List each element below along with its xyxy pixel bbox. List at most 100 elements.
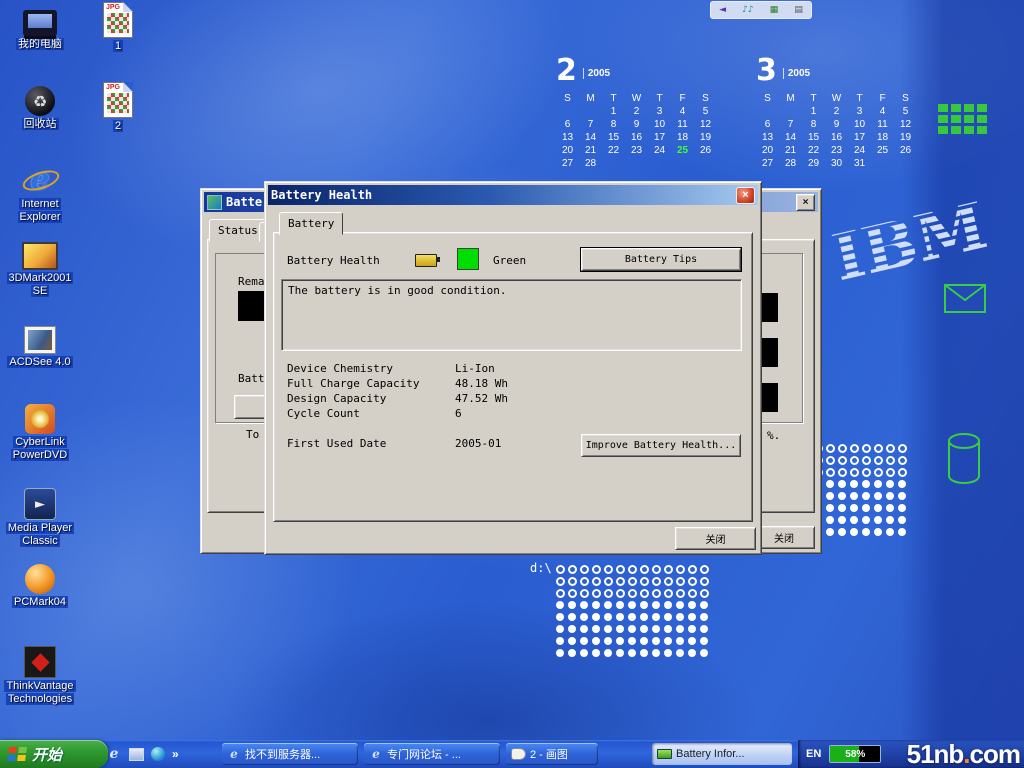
calendar-day: 6 xyxy=(556,118,579,131)
calendar-day xyxy=(779,105,802,118)
jpg-file-icon: JPG xyxy=(103,82,133,118)
dot xyxy=(826,468,835,477)
calendar-day xyxy=(694,157,717,170)
desktop-icon-label: CyberLink PowerDVD xyxy=(0,436,80,462)
dot xyxy=(688,637,696,645)
jpg-badge: JPG xyxy=(106,4,120,11)
desktop-icon-thinkvantage[interactable]: ThinkVantage Technologies xyxy=(0,646,80,706)
wallpaper-calendar-march: 32005SMTWTFS1234567891011121314151617181… xyxy=(756,56,928,170)
dot xyxy=(640,565,649,574)
desktop-file[interactable]: JPG 1 xyxy=(94,2,142,53)
improve-battery-health-button[interactable]: Improve Battery Health... xyxy=(581,434,741,457)
dot xyxy=(700,601,708,609)
desktop-icon-mpc[interactable]: Media Player Classic xyxy=(0,488,80,548)
dot xyxy=(580,649,588,657)
calendar-day: 24 xyxy=(648,144,671,157)
dot xyxy=(886,492,894,500)
calendar-day-header: M xyxy=(579,92,602,105)
dot xyxy=(688,577,697,586)
dot xyxy=(664,637,672,645)
desktop-icon-my-computer[interactable]: 我的电脑 xyxy=(0,6,80,51)
battery-health-titlebar[interactable]: Battery Health × xyxy=(268,185,758,205)
document-icon: ▤ xyxy=(794,5,803,15)
calendar-day xyxy=(602,157,625,170)
dot xyxy=(592,577,601,586)
calendar-day: 25 xyxy=(871,144,894,157)
desktop-icon-pcmark[interactable]: PCMark04 xyxy=(0,564,80,609)
battery-tips-button[interactable]: Battery Tips xyxy=(581,248,741,271)
tab-battery[interactable]: Battery xyxy=(279,212,343,235)
jpg-badge: JPG xyxy=(106,84,120,91)
dot xyxy=(628,613,636,621)
start-button[interactable]: 开始 xyxy=(0,740,108,768)
close-button[interactable]: 关闭 xyxy=(753,526,815,549)
dot xyxy=(862,444,871,453)
calendar-day: 28 xyxy=(579,157,602,170)
battery-health-window[interactable]: Battery Health × Battery Battery Health … xyxy=(264,181,762,555)
desktop-icon-3dmark[interactable]: 3DMark2001 SE xyxy=(0,242,80,298)
dot xyxy=(676,601,684,609)
taskbar-task-battery[interactable]: Battery Infor... xyxy=(652,743,792,765)
internet-explorer-icon xyxy=(23,162,57,196)
taskbar-task-paint[interactable]: 2 - 画图 xyxy=(506,743,598,765)
desktop-icon-powerdvd[interactable]: CyberLink PowerDVD xyxy=(0,404,80,462)
dot xyxy=(556,649,564,657)
quick-launch-overflow[interactable]: » xyxy=(172,747,179,761)
pcmark-icon xyxy=(25,564,55,594)
dot xyxy=(850,456,859,465)
info-label: Device Chemistry xyxy=(287,362,393,375)
dot xyxy=(850,528,858,536)
dot xyxy=(874,480,882,488)
dot xyxy=(652,589,661,598)
desktop-icon-recycle-bin[interactable]: 回收站 xyxy=(0,86,80,131)
taskbar-task-ie[interactable]: 找不到服务器... xyxy=(222,743,358,765)
dot xyxy=(628,565,637,574)
desktop-icon-internet-explorer[interactable]: Internet Explorer xyxy=(0,162,80,224)
window-title: Battery Health xyxy=(271,188,372,202)
desktop-icon-label-text: 我的电脑 xyxy=(16,38,64,50)
media-player-icon[interactable] xyxy=(151,747,165,761)
calendar-day: 12 xyxy=(894,118,917,131)
desktop-file-label: 2 xyxy=(94,120,142,133)
close-icon[interactable]: × xyxy=(796,194,815,211)
calendar-day-header: S xyxy=(756,92,779,105)
language-indicator[interactable]: EN xyxy=(806,748,821,760)
desktop-file[interactable]: JPG 2 xyxy=(94,82,142,133)
battery-icon xyxy=(657,749,672,759)
desktop-file-label: 1 xyxy=(94,40,142,53)
close-icon[interactable]: × xyxy=(736,187,755,204)
dot xyxy=(604,637,612,645)
first-used-label: First Used Date xyxy=(287,437,386,450)
dot xyxy=(652,565,661,574)
dot xyxy=(568,613,576,621)
calendar-day: 10 xyxy=(648,118,671,131)
dot xyxy=(652,601,660,609)
calendar-day-header: F xyxy=(671,92,694,105)
dot xyxy=(688,649,696,657)
calendar-day: 21 xyxy=(579,144,602,157)
dot xyxy=(604,613,612,621)
info-label: Design Capacity xyxy=(287,392,386,405)
show-desktop-icon[interactable] xyxy=(129,748,144,761)
taskbar-task-ie[interactable]: 专门网论坛 - ... xyxy=(364,743,500,765)
first-used-value: 2005-01 xyxy=(455,437,501,450)
dot xyxy=(604,577,613,586)
calendar-day: 7 xyxy=(779,118,802,131)
tray-battery-indicator[interactable]: 58% xyxy=(829,745,881,763)
desktop-icon-acdsee[interactable]: ACDSee 4.0 xyxy=(0,326,80,369)
calendar-day: 23 xyxy=(625,144,648,157)
dot xyxy=(568,589,577,598)
desktop-icon-label: 3DMark2001 SE xyxy=(0,272,80,298)
calendar-day: 26 xyxy=(694,144,717,157)
calendar-day: 5 xyxy=(694,105,717,118)
dot xyxy=(688,589,697,598)
notes-icon: ♪♪ xyxy=(742,5,754,15)
dot xyxy=(640,601,648,609)
dot xyxy=(604,649,612,657)
dot xyxy=(886,444,895,453)
desktop-icon-label-text: ThinkVantage Technologies xyxy=(4,680,75,705)
dot xyxy=(616,601,624,609)
close-button[interactable]: 关闭 xyxy=(675,527,756,550)
paint-icon xyxy=(511,748,526,760)
internet-explorer-icon[interactable] xyxy=(106,746,122,762)
